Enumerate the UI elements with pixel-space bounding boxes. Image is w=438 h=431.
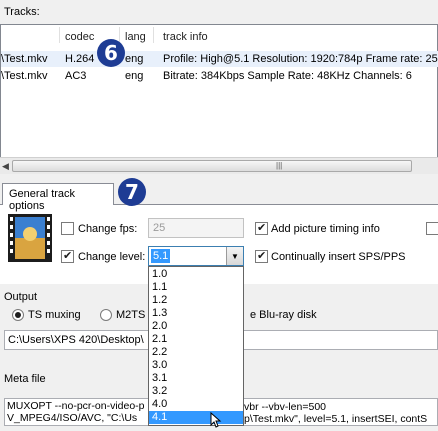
change-fps-checkbox[interactable] (61, 222, 74, 235)
mouse-cursor-icon (210, 411, 222, 431)
sps-pps-checkbox[interactable] (255, 249, 268, 263)
output-label: Output (4, 291, 38, 303)
track-info: Profile: High@5.1 Resolution: 1920:784p … (163, 53, 438, 65)
ts-muxing-label: TS muxing (28, 309, 81, 321)
level-option[interactable]: 2.1 (149, 333, 243, 346)
scrollbar-grip-icon: ||| (276, 161, 283, 170)
column-divider (119, 27, 120, 43)
column-header-track-info[interactable]: track info (163, 31, 208, 43)
track-row-audio[interactable]: \Test.mkv AC3 eng Bitrate: 384Kbps Sampl… (1, 68, 438, 84)
level-option[interactable]: 1.1 (149, 281, 243, 294)
track-lang: eng (125, 70, 144, 82)
m2ts-label: M2TS (116, 309, 146, 321)
tab-general-track-options[interactable]: General track options (2, 183, 114, 212)
column-header-codec[interactable]: codec (65, 31, 94, 43)
bluray-label: e Blu-ray disk (250, 309, 317, 321)
level-option[interactable]: 3.1 (149, 372, 243, 385)
level-option[interactable]: 1.0 (149, 268, 243, 281)
m2ts-radio[interactable] (100, 309, 112, 321)
callout-badge-6: 6 (97, 39, 125, 67)
track-file: \Test.mkv (1, 70, 48, 82)
level-option[interactable]: 3.2 (149, 385, 243, 398)
change-fps-label: Change fps: (78, 223, 138, 235)
track-codec: AC3 (65, 70, 87, 82)
track-row-video[interactable]: \Test.mkv H.264 eng Profile: High@5.1 Re… (1, 51, 438, 67)
sps-pps-label: Continually insert SPS/PPS (271, 251, 406, 263)
picture-timing-checkbox[interactable] (255, 221, 268, 235)
level-option[interactable]: 1.3 (149, 307, 243, 320)
meta-line-tail: p\Test.mkv", level=5.1, insertSEI, contS (244, 413, 428, 425)
ts-muxing-radio[interactable] (12, 309, 24, 321)
scrollbar-thumb[interactable] (12, 160, 412, 172)
level-dropdown-list[interactable]: 1.0 1.1 1.2 1.3 2.0 2.1 2.2 3.0 3.1 3.2 4.0 4.1 (148, 266, 244, 426)
tracks-list[interactable]: codec lang track info \Test.mkv H.264 en… (0, 24, 438, 174)
track-info: Bitrate: 384Kbps Sample Rate: 48KHz Chan… (163, 70, 412, 82)
callout-badge-7: 7 (118, 178, 146, 206)
track-file: \Test.mkv (1, 53, 48, 65)
scroll-left-arrow-icon[interactable]: ◀ (2, 161, 9, 172)
fps-combo[interactable]: 25 (148, 218, 244, 238)
meta-file-label: Meta file (4, 373, 46, 385)
level-option[interactable]: 3.0 (149, 359, 243, 372)
change-level-label: Change level: (78, 251, 146, 263)
horizontal-scrollbar[interactable]: ◀ ||| (0, 157, 438, 174)
film-strip-icon (8, 214, 52, 262)
column-divider (153, 27, 154, 43)
level-option[interactable]: 4.1 (149, 411, 243, 424)
picture-timing-label: Add picture timing info (271, 223, 380, 235)
track-codec: H.264 (65, 53, 95, 65)
tracks-label: Tracks: (4, 6, 40, 18)
extra-option-checkbox[interactable] (426, 222, 438, 235)
meta-line-tail: vbr --vbv-len=500 (244, 401, 326, 413)
level-option[interactable]: 4.0 (149, 398, 243, 411)
chevron-down-icon[interactable]: ▼ (226, 247, 243, 265)
change-level-checkbox[interactable] (61, 249, 74, 263)
track-lang: eng (125, 53, 144, 65)
level-option[interactable]: 1.2 (149, 294, 243, 307)
level-combo[interactable]: 5.1 ▼ (148, 246, 244, 266)
level-combo-value: 5.1 (151, 249, 171, 263)
level-option[interactable]: 2.2 (149, 346, 243, 359)
column-divider (59, 27, 60, 43)
column-header-lang[interactable]: lang (125, 31, 146, 43)
level-option[interactable]: 2.0 (149, 320, 243, 333)
